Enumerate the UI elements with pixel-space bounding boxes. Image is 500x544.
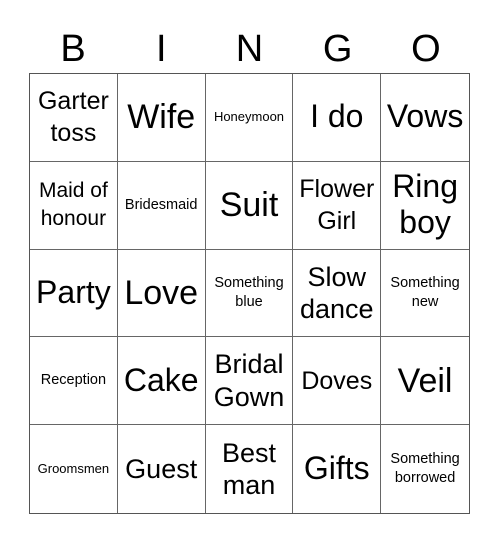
bingo-cell-label: Gifts bbox=[303, 450, 370, 487]
bingo-cell-label: Suit bbox=[219, 186, 279, 225]
bingo-header: B I N G O bbox=[29, 26, 470, 72]
bingo-cell[interactable]: Suit bbox=[205, 161, 294, 250]
bingo-cell[interactable]: Maid of honour bbox=[30, 161, 118, 250]
bingo-grid: Garter toss Wife Honeymoon I do Vows Maid of … bbox=[29, 73, 470, 514]
bingo-cell[interactable]: Something blue bbox=[205, 249, 294, 338]
bingo-cell-label: Party bbox=[36, 274, 111, 311]
bingo-cell-label: Reception bbox=[40, 372, 107, 389]
bingo-cell-label: Groomsmen bbox=[37, 460, 110, 476]
bingo-cell-label: Veil bbox=[397, 361, 453, 400]
header-letter-n: N bbox=[235, 28, 264, 70]
bingo-cell-label: Guest bbox=[125, 453, 198, 484]
bingo-cell[interactable]: Best man bbox=[206, 425, 294, 513]
bingo-cell[interactable]: Bridal Gown bbox=[205, 337, 294, 426]
bingo-cell-label: Vows bbox=[386, 98, 464, 135]
header-letter-g: G bbox=[322, 28, 353, 70]
bingo-cell-label: Garter toss bbox=[37, 87, 109, 148]
bingo-cell-label: Love bbox=[124, 273, 199, 312]
bingo-cell-label: Doves bbox=[301, 366, 373, 395]
bingo-cell-label: Honeymoon bbox=[213, 109, 285, 125]
bingo-cell[interactable]: Reception bbox=[30, 337, 118, 426]
bingo-cell[interactable]: Flower Girl bbox=[293, 161, 382, 250]
bingo-cell-label: Wife bbox=[127, 98, 196, 137]
bingo-cell-label: Best man bbox=[221, 437, 276, 501]
bingo-cell[interactable]: Cake bbox=[117, 337, 206, 426]
bingo-cell-label: I do bbox=[310, 98, 364, 135]
header-letter-o: O bbox=[411, 28, 441, 70]
bingo-cell-label: Cake bbox=[123, 361, 199, 398]
bingo-cell[interactable]: I do bbox=[293, 74, 382, 162]
bingo-cell-label: Something borrowed bbox=[390, 451, 460, 487]
header-letter-b: B bbox=[60, 28, 86, 70]
bingo-cell[interactable]: Something new bbox=[381, 250, 469, 338]
bingo-cell[interactable]: Slow dance bbox=[293, 249, 382, 338]
bingo-cell[interactable]: Bridesmaid bbox=[117, 161, 206, 250]
bingo-cell[interactable]: Honeymoon bbox=[205, 74, 294, 162]
bingo-cell[interactable]: Something borrowed bbox=[381, 425, 469, 513]
bingo-cell-label: Flower Girl bbox=[299, 175, 375, 236]
bingo-cell-label: Slow dance bbox=[300, 261, 374, 324]
bingo-cell[interactable]: Wife bbox=[117, 74, 206, 162]
bingo-cell[interactable]: Guest bbox=[118, 425, 206, 513]
header-letter-i: I bbox=[156, 28, 167, 70]
bingo-cell-label: Bridesmaid bbox=[124, 196, 198, 213]
bingo-cell-label: Something new bbox=[390, 275, 460, 310]
bingo-cell[interactable]: Ring boy bbox=[381, 162, 469, 250]
bingo-cell-label: Something blue bbox=[214, 275, 284, 310]
bingo-cell[interactable]: Gifts bbox=[293, 425, 382, 513]
bingo-cell[interactable]: Garter toss bbox=[30, 74, 118, 162]
bingo-cell-label: Ring boy bbox=[392, 168, 458, 241]
bingo-cell-label: Bridal Gown bbox=[213, 349, 285, 412]
bingo-cell[interactable]: Doves bbox=[293, 337, 382, 426]
bingo-cell[interactable]: Love bbox=[117, 249, 206, 338]
bingo-cell-label: Maid of honour bbox=[38, 178, 108, 231]
bingo-cell[interactable]: Party bbox=[30, 249, 118, 338]
bingo-cell[interactable]: Vows bbox=[381, 74, 469, 162]
bingo-cell[interactable]: Groomsmen bbox=[30, 425, 118, 513]
bingo-cell[interactable]: Veil bbox=[381, 337, 469, 426]
